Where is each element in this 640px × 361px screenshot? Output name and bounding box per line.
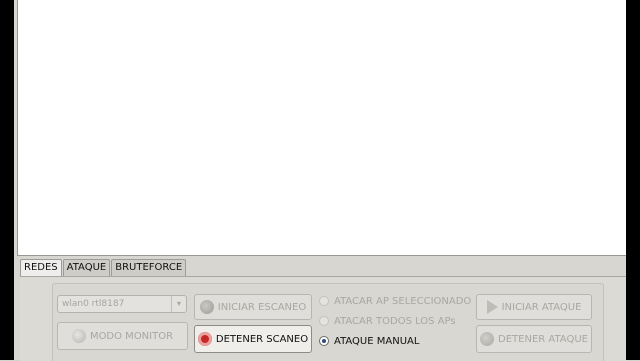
interface-select-value: wlan0 rtl8187 xyxy=(62,299,125,309)
radio-ataque-manual[interactable]: ATAQUE MANUAL xyxy=(319,334,419,348)
modo-monitor-label: MODO MONITOR xyxy=(89,330,174,342)
radio-button-checked xyxy=(319,336,329,346)
modo-monitor-button[interactable]: MODO MONITOR xyxy=(57,322,188,350)
stop-icon xyxy=(197,332,212,346)
radio-label: ATACAR AP SELECCIONADO xyxy=(334,295,472,307)
detener-ataque-button[interactable]: DETENER ATAQUE xyxy=(476,325,592,353)
scan-icon xyxy=(199,300,214,314)
detener-ataque-label: DETENER ATAQUE xyxy=(498,333,588,345)
iniciar-escaneo-label: INICIAR ESCANEO xyxy=(217,301,307,313)
iniciar-escaneo-button[interactable]: INICIAR ESCANEO xyxy=(194,294,312,320)
tab-redes[interactable]: REDES xyxy=(20,259,62,277)
app-window: REDES ATAQUE BRUTEFORCE wlan0 rtl8187 ▾ … xyxy=(0,0,640,361)
radio-atacar-todos[interactable]: ATACAR TODOS LOS APs xyxy=(319,314,456,328)
detener-scaneo-button[interactable]: DETENER SCANEO xyxy=(194,325,312,353)
tab-bar: REDES ATAQUE BRUTEFORCE xyxy=(20,259,187,277)
iniciar-ataque-button[interactable]: INICIAR ATAQUE xyxy=(476,294,592,320)
radio-label: ATACAR TODOS LOS APs xyxy=(334,315,456,327)
radio-atacar-ap-seleccionado[interactable]: ATACAR AP SELECCIONADO xyxy=(319,294,471,308)
radio-label: ATAQUE MANUAL xyxy=(334,335,420,347)
tab-bruteforce[interactable]: BRUTEFORCE xyxy=(111,259,187,276)
radio-button xyxy=(319,296,329,306)
networks-list[interactable] xyxy=(17,0,628,256)
lightbulb-icon xyxy=(71,329,86,343)
interface-select[interactable]: wlan0 rtl8187 ▾ xyxy=(57,295,187,313)
tab-ataque[interactable]: ATAQUE xyxy=(62,259,111,276)
iniciar-ataque-label: INICIAR ATAQUE xyxy=(501,301,582,313)
detener-scaneo-label: DETENER SCANEO xyxy=(215,333,309,345)
radio-button xyxy=(319,316,329,326)
stop-icon xyxy=(480,332,495,346)
play-icon xyxy=(486,300,498,314)
chevron-down-icon: ▾ xyxy=(171,296,186,312)
